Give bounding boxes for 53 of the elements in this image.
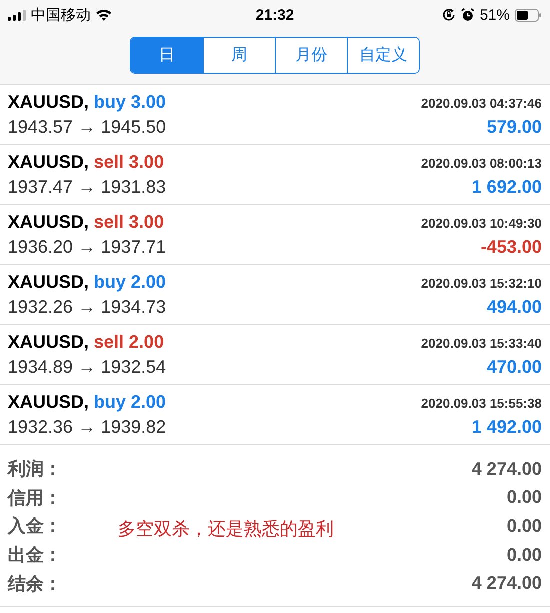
trade-time: 2020.09.03 15:32:10 <box>421 276 542 290</box>
symbol-name: XAUUSD, <box>8 332 90 352</box>
trade-side-volume: buy 2.00 <box>94 272 166 292</box>
trade-time: 2020.09.03 08:00:13 <box>421 156 542 170</box>
trade-side-volume: sell 3.00 <box>94 152 164 172</box>
summary-label: 信用： <box>8 486 62 510</box>
rotation-lock-icon <box>442 8 456 22</box>
summary-value: 0.00 <box>506 487 542 508</box>
summary-label: 结余： <box>8 572 62 596</box>
battery-icon <box>515 8 542 22</box>
summary-label: 出金： <box>8 544 62 568</box>
period-tab[interactable]: 日 <box>131 38 203 73</box>
profit-value: 494.00 <box>486 296 542 318</box>
trade-time: 2020.09.03 15:33:40 <box>421 336 542 350</box>
annotation-text: 多空双杀，还是熟悉的盈利 <box>118 517 334 541</box>
summary-label: 利润： <box>8 458 62 482</box>
price-range: 1932.36 → 1939.82 <box>8 416 166 438</box>
period-tab[interactable]: 月份 <box>275 38 347 73</box>
trade-time: 2020.09.03 10:49:30 <box>421 216 542 230</box>
trade-side-volume: buy 2.00 <box>94 392 166 412</box>
clock-time: 21:32 <box>256 6 294 24</box>
price-range: 1934.89 → 1932.54 <box>8 356 166 378</box>
profit-value: -453.00 <box>480 236 542 258</box>
period-tab[interactable]: 周 <box>203 38 275 73</box>
symbol-name: XAUUSD, <box>8 212 90 232</box>
profit-value: 579.00 <box>486 116 542 138</box>
carrier-name: 中国移动 <box>31 6 91 24</box>
price-range: 1937.47 → 1931.83 <box>8 176 166 198</box>
price-range: 1932.26 → 1934.73 <box>8 296 166 318</box>
symbol-name: XAUUSD, <box>8 152 90 172</box>
symbol-name: XAUUSD, <box>8 392 90 412</box>
battery-percent: 51% <box>480 6 510 24</box>
price-range: 1943.57 → 1945.50 <box>8 116 166 138</box>
summary-value: 0.00 <box>506 516 542 537</box>
trade-time: 2020.09.03 15:55:38 <box>421 396 542 410</box>
alarm-icon <box>460 8 475 22</box>
signal-icon <box>8 10 26 20</box>
summary-value: 4 274.00 <box>472 458 542 480</box>
symbol-name: XAUUSD, <box>8 272 90 292</box>
trade-side-volume: sell 3.00 <box>94 212 164 232</box>
profit-value: 470.00 <box>486 356 542 378</box>
trade-time: 2020.09.03 04:37:46 <box>421 96 542 110</box>
profit-value: 1 692.00 <box>472 176 542 198</box>
price-range: 1936.20 → 1937.71 <box>8 236 166 258</box>
wifi-icon <box>96 9 112 21</box>
trade-side-volume: sell 2.00 <box>94 332 164 352</box>
trade-side-volume: buy 3.00 <box>94 92 166 112</box>
symbol-name: XAUUSD, <box>8 92 90 112</box>
summary-value: 4 274.00 <box>472 573 542 594</box>
profit-value: 1 492.00 <box>472 416 542 438</box>
summary-label: 入金： <box>8 515 62 538</box>
period-tab[interactable]: 自定义 <box>347 38 419 73</box>
summary-value: 0.00 <box>506 544 542 566</box>
